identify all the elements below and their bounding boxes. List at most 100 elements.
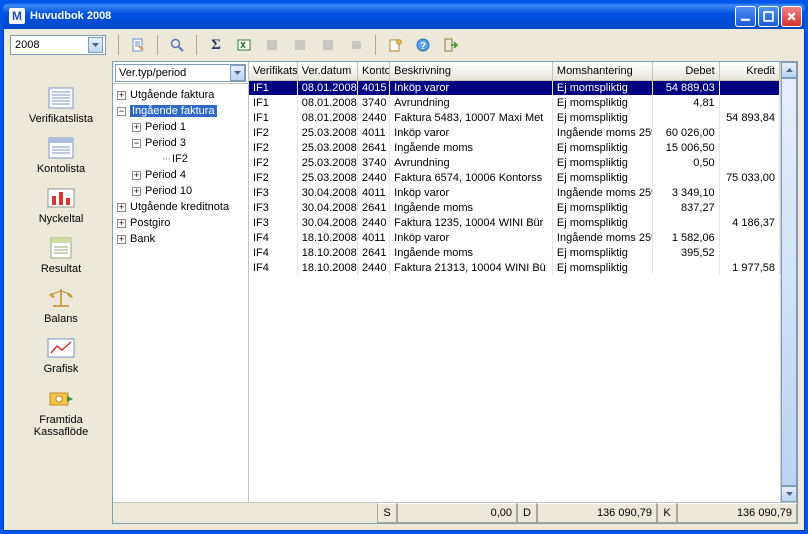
- disabled-icon-4: [345, 34, 367, 56]
- tree-node-label: Period 1: [145, 121, 186, 133]
- tree-expander[interactable]: +: [132, 123, 141, 132]
- nav-balans[interactable]: Balans: [16, 283, 106, 327]
- minimize-button[interactable]: [735, 6, 756, 27]
- tree-node[interactable]: −Ingående faktura: [115, 103, 248, 119]
- export-excel-icon[interactable]: [233, 34, 255, 56]
- status-bar: S 0,00 D 136 090,79 K 136 090,79: [113, 503, 797, 523]
- tree-node[interactable]: +Utgående kreditnota: [115, 199, 248, 215]
- tree-filter-value: Ver.typ/period: [119, 67, 186, 79]
- tree-expander[interactable]: −: [132, 139, 141, 148]
- table-row[interactable]: IF330.04.20082440Faktura 1235, 10004 WIN…: [249, 215, 780, 230]
- result-icon: [45, 235, 77, 261]
- table-row[interactable]: IF225.03.20082440Faktura 6574, 10006 Kon…: [249, 170, 780, 185]
- column-header[interactable]: Verifikatsn: [249, 62, 297, 80]
- year-combo[interactable]: 2008: [10, 35, 106, 55]
- column-header[interactable]: Momshantering: [552, 62, 652, 80]
- sigma-icon[interactable]: Σ: [205, 34, 227, 56]
- table-row[interactable]: IF418.10.20084011Inköp varorIngående mom…: [249, 230, 780, 245]
- cashflow-icon: [45, 386, 77, 412]
- status-k-value: 136 090,79: [677, 503, 797, 523]
- exit-icon[interactable]: [440, 34, 462, 56]
- main-pane: Ver.typ/period +Utgående faktura−Ingåend…: [112, 61, 798, 524]
- tree-expander[interactable]: +: [132, 171, 141, 180]
- table-row[interactable]: IF330.04.20082641Ingående momsEj momspli…: [249, 200, 780, 215]
- table-row[interactable]: IF225.03.20082641Ingående momsEj momspli…: [249, 140, 780, 155]
- toolbar-separator: [196, 35, 197, 55]
- year-combo-button[interactable]: [88, 37, 103, 53]
- scroll-up-button[interactable]: [781, 62, 797, 78]
- status-d-value: 136 090,79: [537, 503, 657, 523]
- edit-icon[interactable]: [127, 34, 149, 56]
- ledger-grid[interactable]: VerifikatsnVer.datumKontoBeskrivningMoms…: [249, 62, 780, 275]
- settings-icon[interactable]: [384, 34, 406, 56]
- bar-chart-icon: [45, 185, 77, 211]
- tree-filter-combo[interactable]: Ver.typ/period: [115, 64, 246, 82]
- nav-label: Framtida Kassaflöde: [18, 414, 104, 438]
- tree-node[interactable]: + Period 1: [115, 119, 248, 135]
- table-row[interactable]: IF225.03.20084011Inköp varorIngående mom…: [249, 125, 780, 140]
- vertical-scrollbar[interactable]: [780, 62, 797, 502]
- column-header[interactable]: Ver.datum: [297, 62, 357, 80]
- nav-grafisk[interactable]: Grafisk: [16, 333, 106, 377]
- scroll-thumb[interactable]: [781, 78, 797, 486]
- search-icon[interactable]: [166, 34, 188, 56]
- tree-node-label: Period 10: [145, 185, 192, 197]
- table-row[interactable]: IF225.03.20083740AvrundningEj momsplikti…: [249, 155, 780, 170]
- client-area: 2008 Σ ?: [3, 29, 805, 531]
- table-row[interactable]: IF330.04.20084011Inköp varorIngående mom…: [249, 185, 780, 200]
- line-chart-icon: [45, 335, 77, 361]
- tree-node[interactable]: ···IF2: [115, 151, 248, 167]
- nav-label: Balans: [44, 313, 78, 325]
- nav-kassaflode[interactable]: Framtida Kassaflöde: [16, 384, 106, 440]
- tree-expander[interactable]: +: [132, 187, 141, 196]
- toolbar-separator: [375, 35, 376, 55]
- nav-nyckeltal[interactable]: Nyckeltal: [16, 183, 106, 227]
- tree-expander[interactable]: +: [117, 91, 126, 100]
- close-button[interactable]: [781, 6, 802, 27]
- account-list-icon: [45, 135, 77, 161]
- tree-node-label: IF2: [172, 153, 188, 165]
- left-nav: Verifikatslista Kontolista Nyckeltal Res…: [10, 61, 112, 524]
- tree-expander[interactable]: +: [117, 219, 126, 228]
- table-row[interactable]: IF108.01.20084015Inköp varorEj momsplikt…: [249, 80, 780, 95]
- disabled-icon-3: [317, 34, 339, 56]
- column-header[interactable]: Konto: [358, 62, 390, 80]
- tree-node[interactable]: + Bank: [115, 231, 248, 247]
- table-row[interactable]: IF108.01.20082440Faktura 5483, 10007 Max…: [249, 110, 780, 125]
- tree-node-label: Ingående faktura: [130, 105, 217, 117]
- tree-node[interactable]: +Period 4: [115, 167, 248, 183]
- nav-resultat[interactable]: Resultat: [16, 233, 106, 277]
- table-row[interactable]: IF418.10.20082641Ingående momsEj momspli…: [249, 245, 780, 260]
- tree-node[interactable]: + Period 10: [115, 183, 248, 199]
- app-icon: M: [9, 8, 25, 24]
- column-header[interactable]: Debet: [653, 62, 719, 80]
- tree-view[interactable]: +Utgående faktura−Ingående faktura+Perio…: [113, 84, 248, 502]
- tree-expander[interactable]: +: [117, 203, 126, 212]
- status-d-label: D: [517, 503, 537, 523]
- balance-scale-icon: [45, 285, 77, 311]
- tree-node[interactable]: −Period 3: [115, 135, 248, 151]
- column-header[interactable]: Kredit: [719, 62, 779, 80]
- body: Verifikatslista Kontolista Nyckeltal Res…: [4, 59, 804, 530]
- scroll-down-button[interactable]: [781, 486, 797, 502]
- nav-label: Nyckeltal: [39, 213, 84, 225]
- status-k-label: K: [657, 503, 677, 523]
- tree-node[interactable]: +Postgiro: [115, 215, 248, 231]
- tree-node-label: Bank: [130, 233, 155, 245]
- tree-node[interactable]: +Utgående faktura: [115, 87, 248, 103]
- column-header[interactable]: Beskrivning: [390, 62, 553, 80]
- table-row[interactable]: IF418.10.20082440Faktura 21313, 10004 WI…: [249, 260, 780, 275]
- window-title: Huvudbok 2008: [30, 10, 111, 22]
- help-icon[interactable]: ?: [412, 34, 434, 56]
- tree-filter-button[interactable]: [230, 65, 245, 81]
- maximize-button[interactable]: [758, 6, 779, 27]
- nav-kontolista[interactable]: Kontolista: [16, 133, 106, 177]
- app-window: M Huvudbok 2008 2008: [0, 0, 808, 534]
- toolbar-separator: [118, 35, 119, 55]
- disabled-icon-2: [289, 34, 311, 56]
- tree-expander[interactable]: −: [117, 107, 126, 116]
- nav-verifikatslista[interactable]: Verifikatslista: [16, 83, 106, 127]
- table-row[interactable]: IF108.01.20083740AvrundningEj momsplikti…: [249, 95, 780, 110]
- tree-expander[interactable]: +: [117, 235, 126, 244]
- titlebar[interactable]: M Huvudbok 2008: [3, 3, 805, 29]
